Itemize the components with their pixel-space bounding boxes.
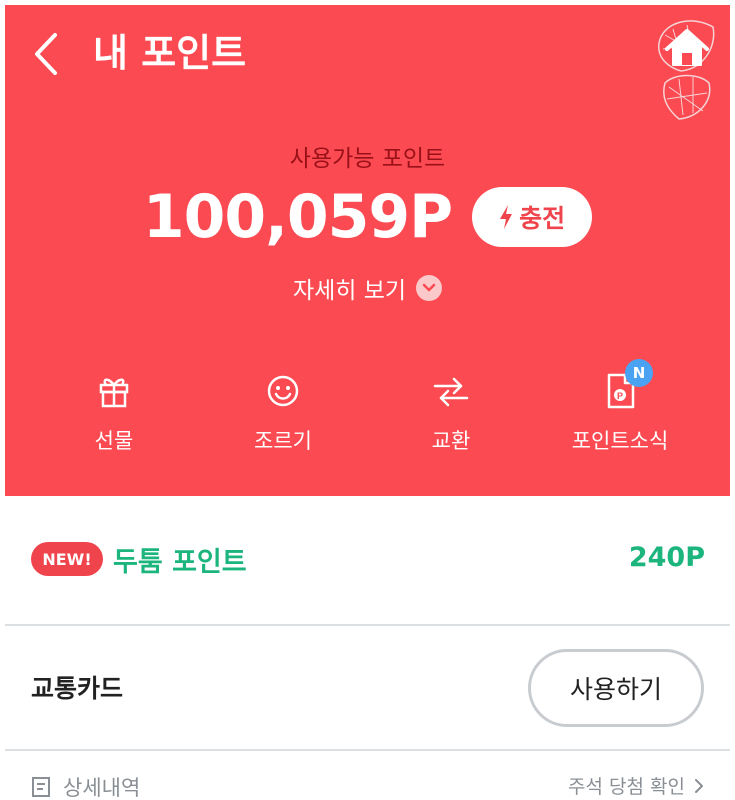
- transit-card-row: 교통카드 사용하기: [0, 627, 735, 749]
- gift-icon: [94, 371, 134, 411]
- points-row: 100,059P 충전: [5, 181, 730, 253]
- chevron-right-icon: [695, 778, 703, 793]
- action-bar: 선물 조르기 교환 P N 포인트소식: [5, 359, 730, 471]
- draw-check-label: 주석 당첨 확인: [568, 776, 685, 798]
- divider: [5, 749, 730, 751]
- points-header-panel: 내 포인트 사용가능 포인트 100,059P 충전 자세히 보기 선물 조르기…: [5, 5, 730, 496]
- dutum-points-label: 두툼 포인트: [113, 547, 247, 578]
- divider: [5, 624, 730, 626]
- dutum-points-row[interactable]: NEW! 두툼 포인트 240P: [0, 520, 735, 600]
- back-button[interactable]: [27, 29, 67, 79]
- gift-button[interactable]: 선물: [39, 371, 189, 455]
- svg-text:P: P: [617, 391, 623, 401]
- available-points-label: 사용가능 포인트: [289, 146, 446, 172]
- view-details-label: 자세히 보기: [292, 278, 407, 304]
- page-title: 내 포인트: [93, 31, 247, 75]
- action-label: 포인트소식: [571, 429, 669, 453]
- lightning-icon: [500, 205, 513, 229]
- exchange-arrows-icon: [431, 371, 471, 411]
- action-label: 교환: [431, 429, 471, 453]
- bottom-links-row: 상세내역 주석 당첨 확인: [0, 772, 735, 800]
- history-link[interactable]: 상세내역: [31, 772, 140, 800]
- chevron-left-icon: [35, 33, 57, 75]
- points-value: 100,059P: [142, 182, 453, 252]
- new-notification-badge: N: [625, 359, 653, 387]
- charge-label: 충전: [519, 204, 566, 233]
- list-doc-icon: [32, 777, 50, 797]
- action-label: 조르기: [254, 429, 312, 453]
- history-label: 상세내역: [63, 776, 141, 800]
- request-button[interactable]: 조르기: [208, 371, 358, 455]
- new-badge: NEW!: [31, 542, 103, 576]
- chevron-down-icon: [416, 275, 443, 301]
- home-button[interactable]: [653, 13, 721, 125]
- point-news-button[interactable]: P N 포인트소식: [545, 359, 695, 455]
- action-label: 선물: [94, 429, 134, 453]
- transit-card-label: 교통카드: [31, 674, 124, 703]
- dutum-points-value: 240P: [628, 542, 705, 573]
- draw-check-link[interactable]: 주석 당첨 확인: [568, 772, 705, 799]
- use-transit-card-button[interactable]: 사용하기: [528, 649, 704, 727]
- home-leaf-icon: [658, 20, 715, 120]
- point-news-icon: P N: [600, 359, 653, 411]
- exchange-button[interactable]: 교환: [376, 371, 526, 455]
- view-details-toggle[interactable]: 자세히 보기: [5, 271, 730, 305]
- charge-button[interactable]: 충전: [472, 187, 593, 247]
- smile-icon: [263, 371, 303, 411]
